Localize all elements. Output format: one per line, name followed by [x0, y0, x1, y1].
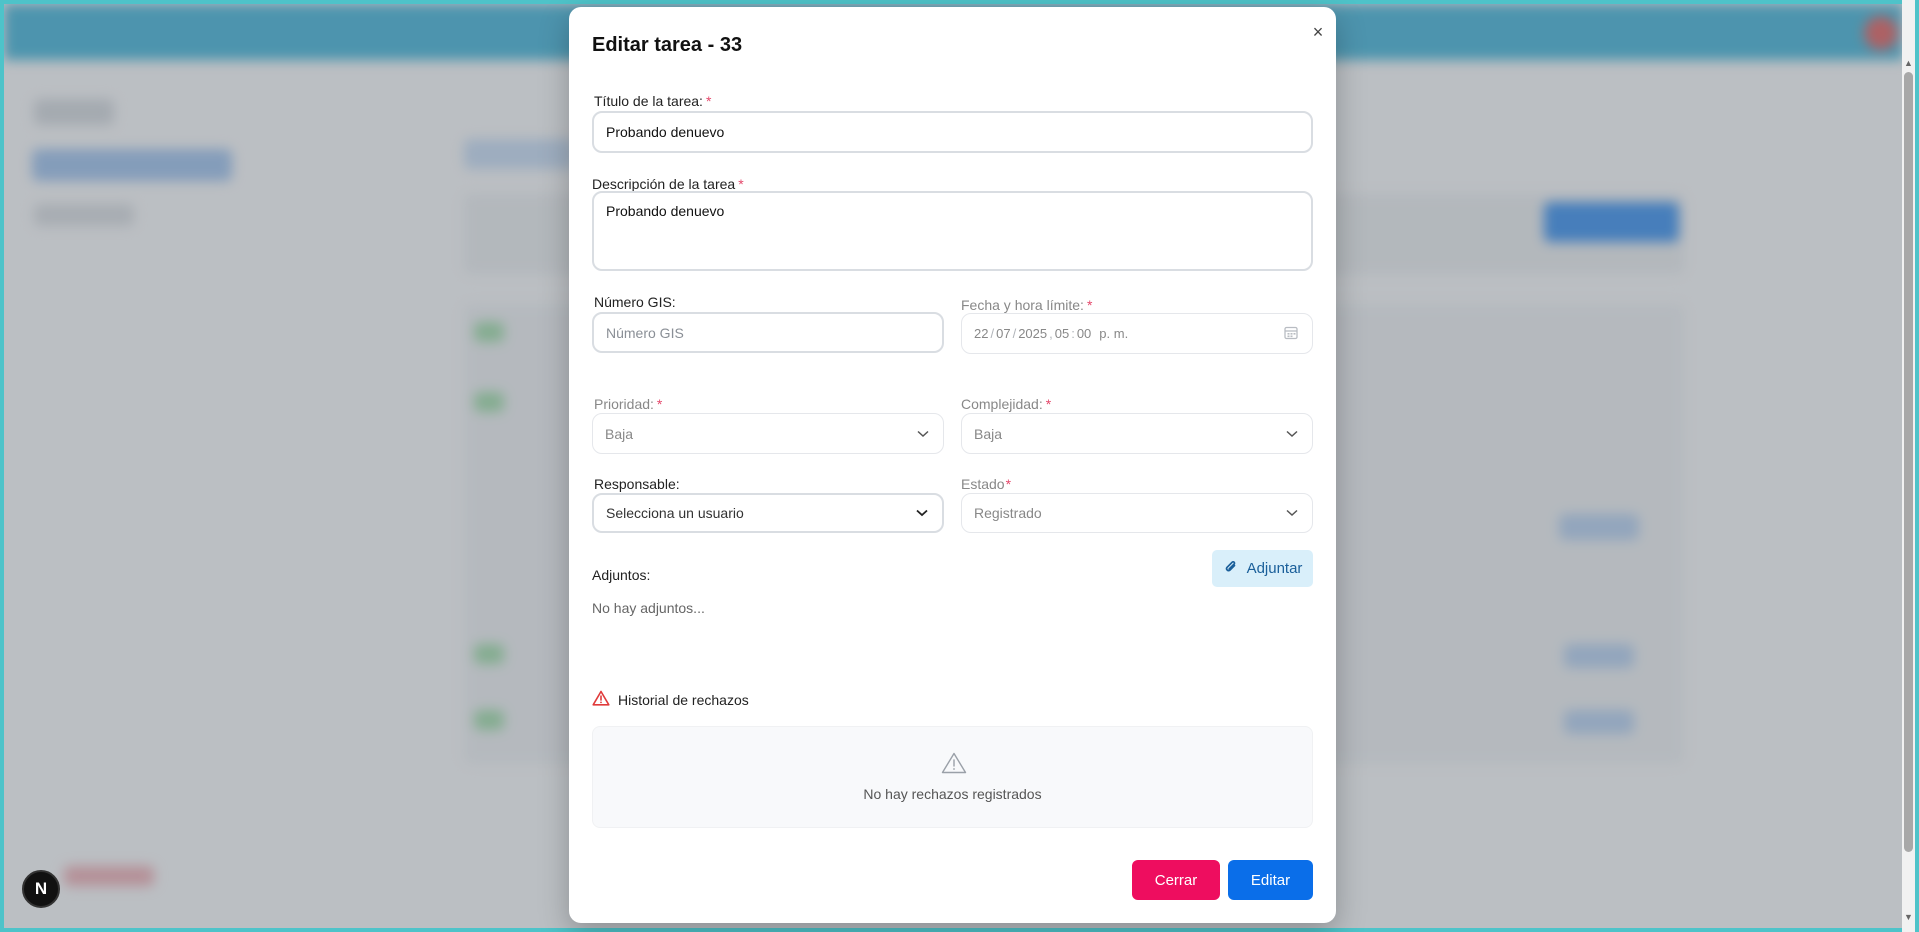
complexity-select[interactable]: Baja	[961, 413, 1313, 454]
warning-icon	[592, 690, 610, 709]
task-description-label: Descripción de la tarea *	[592, 176, 744, 192]
rejection-history-title: Historial de rechazos	[592, 690, 749, 709]
deadline-label: Fecha y hora límite: *	[961, 297, 1093, 313]
nextjs-logo-icon: N	[34, 879, 48, 898]
chevron-down-icon	[917, 430, 929, 438]
close-icon[interactable]: ×	[1307, 21, 1329, 43]
no-rejections-text: No hay rechazos registrados	[863, 786, 1042, 802]
gis-number-label: Número GIS:	[594, 294, 676, 310]
deadline-hour[interactable]: 05	[1055, 326, 1069, 341]
status-label: Estado*	[961, 476, 1012, 492]
required-mark: *	[738, 176, 744, 192]
close-button[interactable]: Cerrar	[1132, 860, 1220, 900]
attach-button[interactable]: Adjuntar	[1212, 550, 1313, 587]
priority-select[interactable]: Baja	[592, 413, 944, 454]
chevron-down-icon	[1286, 509, 1298, 517]
required-mark: *	[1045, 396, 1052, 412]
rejection-history-panel: No hay rechazos registrados	[592, 726, 1313, 828]
assignee-select[interactable]: Selecciona un usuario	[592, 493, 944, 533]
task-description-textarea[interactable]: Probando denuevo	[592, 191, 1313, 271]
deadline-ampm[interactable]: p. m.	[1099, 326, 1128, 341]
complexity-label: Complejidad: *	[961, 396, 1052, 412]
scroll-up-arrow[interactable]: ▲	[1904, 58, 1913, 68]
required-mark: *	[1005, 476, 1012, 492]
required-mark: *	[705, 93, 712, 109]
required-mark: *	[656, 396, 663, 412]
priority-label: Prioridad: *	[594, 396, 663, 412]
deadline-datetime-input[interactable]: 22/ 07/ 2025, 05: 00 p. m.	[961, 313, 1313, 354]
scroll-down-arrow[interactable]: ▼	[1904, 912, 1913, 922]
assignee-label: Responsable:	[594, 476, 680, 492]
edit-button[interactable]: Editar	[1228, 860, 1313, 900]
task-title-label: Título de la tarea: *	[594, 93, 712, 109]
modal-title: Editar tarea - 33	[592, 34, 743, 56]
required-mark: *	[1086, 297, 1093, 313]
chevron-down-icon	[1286, 430, 1298, 438]
deadline-day[interactable]: 22	[974, 326, 988, 341]
calendar-icon[interactable]	[1284, 325, 1298, 342]
attachments-label: Adjuntos:	[592, 567, 651, 583]
chevron-down-icon	[916, 509, 928, 517]
deadline-minute[interactable]: 00	[1077, 326, 1091, 341]
gis-number-input[interactable]: Número GIS	[592, 312, 944, 353]
no-attachments-text: No hay adjuntos...	[592, 600, 705, 616]
task-title-input[interactable]: Probando denuevo	[592, 111, 1313, 153]
deadline-month[interactable]: 07	[996, 326, 1010, 341]
warning-icon	[941, 752, 967, 779]
nextjs-dev-badge[interactable]: N	[22, 870, 60, 908]
status-select[interactable]: Registrado	[961, 493, 1313, 533]
deadline-year[interactable]: 2025	[1018, 326, 1047, 341]
edit-task-modal: × Editar tarea - 33 Título de la tarea: *…	[569, 7, 1336, 923]
scrollbar-thumb[interactable]	[1904, 72, 1913, 852]
paperclip-icon	[1223, 559, 1239, 579]
